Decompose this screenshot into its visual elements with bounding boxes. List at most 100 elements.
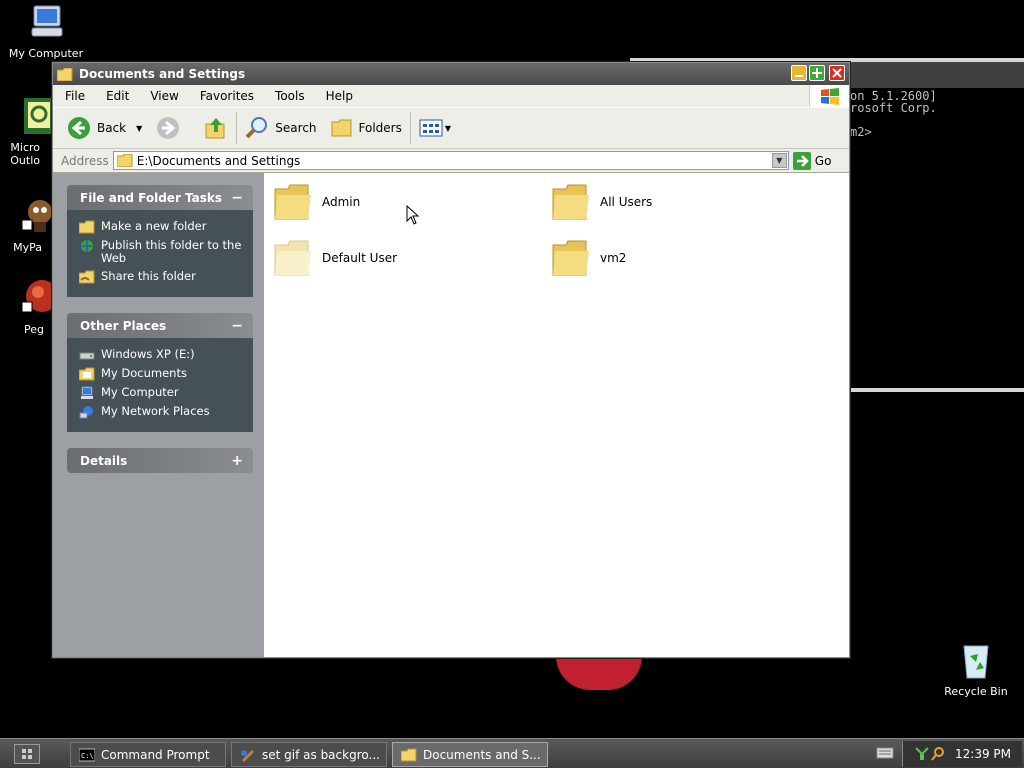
clock: 12:39 PM — [955, 747, 1011, 761]
close-button[interactable] — [829, 65, 845, 81]
network-tray-icon[interactable] — [915, 747, 929, 761]
folders-label: Folders — [358, 121, 402, 135]
panel-header[interactable]: File and Folder Tasks − — [67, 185, 253, 210]
task-label: Documents and S... — [423, 747, 541, 762]
menu-help[interactable]: Help — [314, 89, 362, 103]
details-panel: Details + — [67, 448, 253, 473]
folder-icon — [552, 184, 589, 220]
desktop-icon-label: Recycle Bin — [944, 685, 1008, 698]
explorer-window: Documents and Settings File Edit View Fa… — [52, 62, 850, 658]
panel-body: Windows XP (E:) My Documents My Computer — [67, 338, 253, 432]
toolbar: Back ▼ Search Folders ▼ — [53, 107, 849, 149]
place-my-computer[interactable]: My Computer — [79, 386, 247, 400]
toolbar-separator — [409, 112, 411, 144]
windows-logo — [809, 85, 849, 107]
menu-bar: File Edit View Favorites Tools Help — [53, 85, 849, 107]
place-my-network-places[interactable]: My Network Places — [79, 405, 247, 419]
forward-button[interactable] — [152, 112, 184, 144]
paint-icon — [241, 749, 254, 762]
panel-header[interactable]: Details + — [67, 448, 253, 473]
views-button[interactable]: ▼ — [415, 112, 455, 144]
place-label: My Computer — [101, 385, 179, 399]
recycle-bin-icon — [963, 645, 989, 679]
menu-favorites[interactable]: Favorites — [188, 89, 263, 103]
desktop: My Computer Micro Outlo MyPa Peg Recycle… — [0, 0, 1024, 738]
console-line: m2> — [850, 125, 872, 139]
address-value: E:\Documents and Settings — [136, 153, 301, 168]
collapse-icon[interactable]: − — [231, 318, 243, 334]
expand-icon[interactable]: + — [231, 453, 243, 469]
folder-item-admin[interactable]: Admin — [274, 183, 360, 221]
views-icon — [419, 119, 443, 137]
address-label: Address — [61, 153, 109, 168]
task-label: Publish this folder to the Web — [101, 238, 242, 265]
window-body: File and Folder Tasks − Make a new folde… — [53, 173, 849, 657]
folder-item-vm2[interactable]: vm2 — [552, 239, 626, 277]
menu-edit[interactable]: Edit — [94, 89, 138, 103]
console-line: rosoft Corp. — [850, 101, 937, 115]
network-icon — [79, 406, 93, 419]
globe-icon — [81, 240, 93, 252]
folders-button[interactable]: Folders — [327, 112, 406, 144]
address-input[interactable]: E:\Documents and Settings ▼ — [112, 151, 789, 170]
taskbar: C:\ Command Prompt set gif as backgro...… — [0, 738, 1024, 768]
task-label: Command Prompt — [101, 747, 210, 762]
menu-tools[interactable]: Tools — [263, 89, 314, 103]
chevron-down-icon[interactable]: ▼ — [445, 124, 451, 133]
task-command-prompt[interactable]: C:\ Command Prompt — [70, 742, 226, 767]
window-titlebar[interactable]: Documents and Settings — [53, 63, 849, 85]
task-make-new-folder[interactable]: Make a new folder — [79, 220, 247, 234]
keyboard-icon[interactable] — [876, 746, 894, 760]
chevron-down-icon[interactable]: ▼ — [136, 124, 142, 133]
system-tray: 12:39 PM — [902, 741, 1022, 767]
task-set-gif[interactable]: set gif as backgro... — [231, 742, 387, 767]
documents-icon — [79, 367, 95, 381]
up-folder-button[interactable] — [200, 112, 232, 144]
maximize-button[interactable] — [809, 65, 825, 81]
back-button[interactable]: Back ▼ — [63, 112, 146, 144]
go-button[interactable]: Go — [792, 151, 832, 170]
search-button[interactable]: Search — [241, 112, 320, 144]
folder-label: Default User — [322, 251, 398, 265]
forward-arrow-icon — [157, 117, 180, 139]
drive-icon — [79, 352, 95, 360]
computer-icon — [31, 5, 63, 37]
minimize-button[interactable] — [791, 65, 807, 81]
address-dropdown-button[interactable]: ▼ — [771, 153, 787, 168]
close-icon — [832, 68, 842, 78]
folder-icon — [274, 240, 311, 276]
folder-item-all-users[interactable]: All Users — [552, 183, 652, 221]
search-tray-icon[interactable] — [931, 747, 945, 761]
folder-icon — [274, 184, 311, 220]
task-label: Make a new folder — [101, 219, 207, 233]
place-label: Windows XP (E:) — [101, 347, 195, 361]
menu-view[interactable]: View — [138, 89, 187, 103]
place-windows-xp-drive[interactable]: Windows XP (E:) — [79, 348, 247, 362]
windows-flag-icon — [821, 88, 839, 105]
folder-item-default-user[interactable]: Default User — [274, 239, 397, 277]
desktop-icon-recycle-bin[interactable]: Recycle Bin — [928, 640, 1024, 698]
start-button[interactable] — [14, 744, 40, 764]
panel-header[interactable]: Other Places − — [67, 313, 253, 338]
start-grid-icon — [22, 749, 32, 759]
folder-icon — [57, 67, 73, 81]
wallpaper-fragment — [556, 656, 642, 690]
back-label: Back — [97, 121, 127, 135]
menu-file[interactable]: File — [53, 89, 94, 103]
place-label: My Documents — [101, 366, 187, 380]
place-my-documents[interactable]: My Documents — [79, 367, 247, 381]
file-folder-tasks-panel: File and Folder Tasks − Make a new folde… — [67, 185, 253, 297]
task-publish-folder[interactable]: Publish this folder to the Web — [79, 239, 247, 265]
back-arrow-icon — [68, 117, 90, 139]
folder-label: All Users — [600, 195, 653, 209]
up-folder-icon — [205, 118, 225, 139]
collapse-icon[interactable]: − — [231, 190, 243, 206]
panel-title: Details — [80, 453, 128, 468]
desktop-icon-my-computer[interactable]: My Computer — [0, 2, 94, 60]
panel-title: File and Folder Tasks — [80, 190, 223, 205]
go-arrow-icon — [792, 151, 811, 170]
task-share-folder[interactable]: Share this folder — [79, 270, 247, 284]
computer-icon — [81, 386, 93, 399]
go-label: Go — [814, 153, 832, 168]
task-documents-and-settings[interactable]: Documents and S... — [392, 742, 548, 767]
